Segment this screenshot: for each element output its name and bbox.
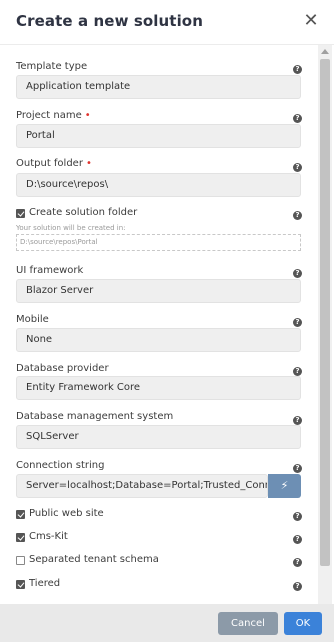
cancel-button[interactable]: Cancel — [218, 612, 278, 635]
create-solution-folder-checkbox[interactable] — [16, 209, 25, 218]
scrollbar[interactable] — [318, 45, 332, 605]
tiered-checkbox[interactable] — [16, 580, 25, 589]
mobile-label: Mobile — [16, 314, 49, 325]
ok-button[interactable]: OK — [284, 612, 322, 635]
create-solution-folder-label[interactable]: Create solution folder — [29, 207, 137, 218]
dialog-footer: Cancel OK — [0, 604, 334, 642]
solution-path-preview: D:\source\repos\Portal — [16, 234, 301, 251]
help-icon[interactable]: ? — [293, 318, 302, 327]
mobile-select[interactable]: None — [16, 328, 301, 352]
template-type-label: Template type — [16, 61, 88, 72]
output-folder-input[interactable]: D:\source\repos\ — [16, 173, 301, 197]
ui-framework-select[interactable]: Blazor Server — [16, 279, 301, 303]
database-provider-select[interactable]: Entity Framework Core — [16, 376, 301, 400]
separated-tenant-schema-label[interactable]: Separated tenant schema — [29, 554, 159, 565]
project-name-label: Project name • — [16, 110, 91, 121]
required-marker: • — [85, 158, 92, 169]
help-icon[interactable]: ? — [293, 512, 302, 521]
dialog-title: Create a new solution — [16, 12, 203, 30]
help-icon[interactable]: ? — [293, 464, 302, 473]
close-icon[interactable]: ✕ — [302, 12, 320, 30]
template-type-select[interactable]: Application template — [16, 75, 301, 99]
database-provider-label: Database provider — [16, 363, 109, 374]
ui-framework-label: UI framework — [16, 265, 84, 276]
tiered-label[interactable]: Tiered — [29, 578, 60, 589]
cms-kit-label[interactable]: Cms-Kit — [29, 531, 68, 542]
solution-path-hint: Your solution will be created in: — [16, 224, 126, 232]
project-name-input[interactable]: Portal — [16, 124, 301, 148]
separated-tenant-schema-checkbox[interactable] — [16, 556, 25, 565]
cms-kit-checkbox[interactable] — [16, 533, 25, 542]
dialog-body[interactable]: Template type ? Application template Pro… — [0, 44, 334, 605]
dbms-select[interactable]: SQLServer — [16, 425, 301, 449]
public-web-site-checkbox[interactable] — [16, 510, 25, 519]
help-icon[interactable]: ? — [293, 114, 302, 123]
dbms-label: Database management system — [16, 411, 174, 422]
help-icon[interactable]: ? — [293, 558, 302, 567]
required-marker: • — [84, 110, 91, 121]
project-name-label-text: Project name — [16, 110, 82, 121]
output-folder-label: Output folder • — [16, 158, 92, 169]
lightning-icon[interactable]: ⚡ — [268, 474, 301, 498]
help-icon[interactable]: ? — [293, 416, 302, 425]
output-folder-label-text: Output folder — [16, 158, 83, 169]
help-icon[interactable]: ? — [293, 65, 302, 74]
public-web-site-label[interactable]: Public web site — [29, 508, 104, 519]
help-icon[interactable]: ? — [293, 269, 302, 278]
connection-string-label: Connection string — [16, 460, 105, 471]
scroll-up-arrow-icon[interactable] — [321, 49, 329, 54]
connection-string-input[interactable]: Server=localhost;Database=Portal;Trusted… — [16, 474, 268, 498]
help-icon[interactable]: ? — [293, 163, 302, 172]
help-icon[interactable]: ? — [293, 535, 302, 544]
form: Template type ? Application template Pro… — [16, 45, 316, 605]
help-icon[interactable]: ? — [293, 211, 302, 220]
dialog-header: Create a new solution ✕ — [0, 0, 334, 44]
scrollbar-thumb[interactable] — [320, 59, 330, 566]
help-icon[interactable]: ? — [293, 582, 302, 591]
help-icon[interactable]: ? — [293, 367, 302, 376]
